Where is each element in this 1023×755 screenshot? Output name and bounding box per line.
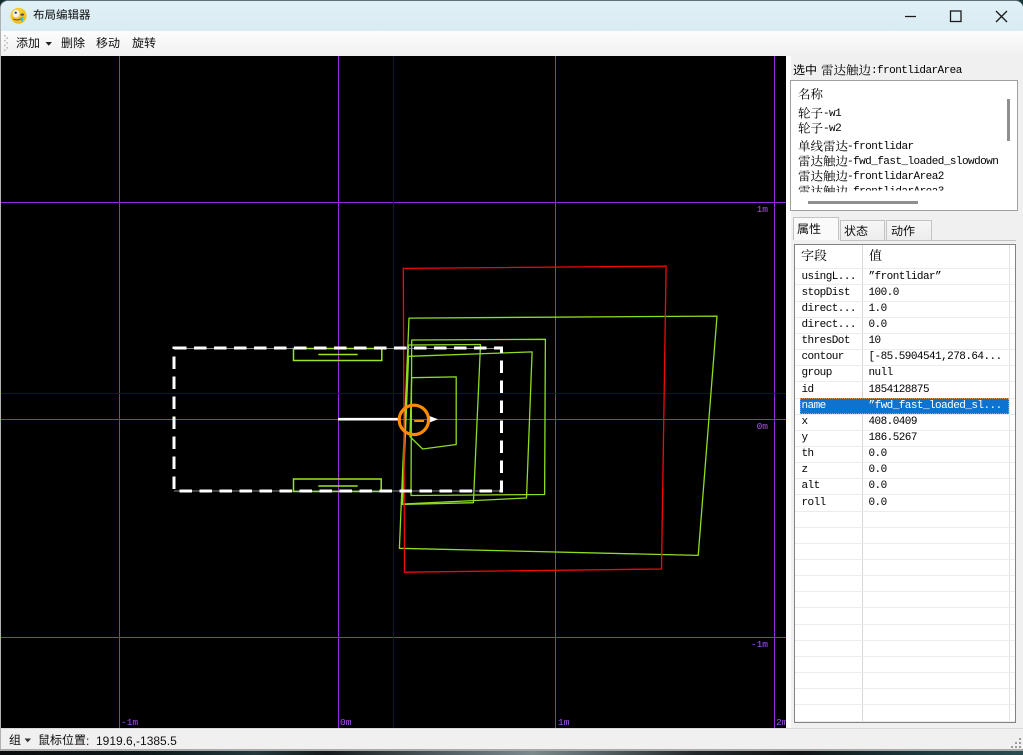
svg-text:-1m: -1m — [751, 639, 768, 650]
svg-text:0m: 0m — [340, 717, 352, 728]
svg-text:0m: 0m — [757, 421, 769, 432]
svg-text:1m: 1m — [558, 717, 570, 728]
svg-text:1m: 1m — [757, 204, 769, 215]
svg-text:2m: 2m — [776, 717, 786, 728]
svg-text:-1m: -1m — [121, 717, 138, 728]
